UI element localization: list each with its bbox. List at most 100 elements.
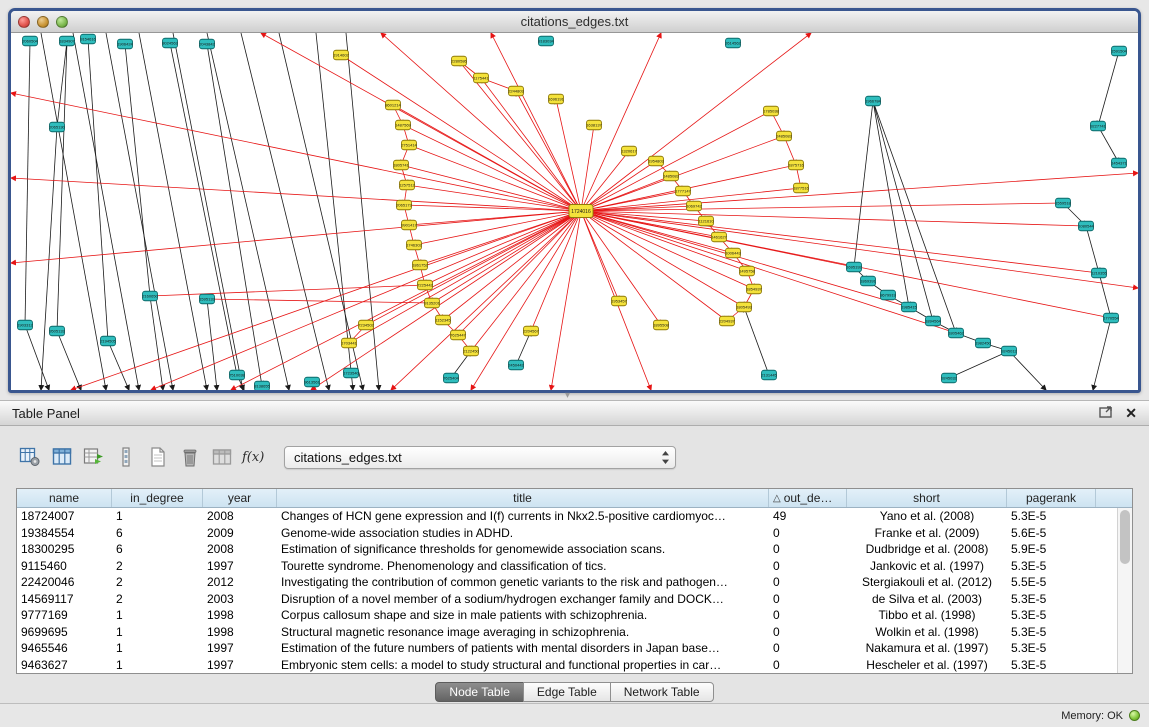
network-node[interactable]: 2244803: [508, 86, 524, 96]
network-edge[interactable]: [581, 211, 744, 307]
row-selector-icon[interactable]: [112, 444, 139, 470]
network-edge[interactable]: [459, 61, 581, 211]
column-header-short[interactable]: short: [847, 489, 1007, 507]
network-node[interactable]: 1210355: [1091, 268, 1107, 278]
network-node[interactable]: 7625447: [450, 330, 466, 340]
network-node[interactable]: 1906424: [117, 39, 133, 49]
close-window-button[interactable]: [18, 16, 30, 28]
network-node[interactable]: 1954803: [648, 156, 664, 166]
network-node[interactable]: 8024563: [162, 38, 178, 48]
network-edge[interactable]: [207, 44, 262, 386]
tab-node-table[interactable]: Node Table: [435, 682, 524, 702]
function-builder-icon[interactable]: f(x): [240, 444, 267, 470]
network-node[interactable]: 2751414: [401, 140, 417, 150]
network-edge[interactable]: [443, 211, 581, 320]
network-edge[interactable]: [106, 33, 173, 390]
network-node[interactable]: 2194505: [100, 336, 116, 346]
table-row[interactable]: 1456911722003Disruption of a novel membe…: [17, 591, 1132, 608]
network-node[interactable]: 2204567: [523, 326, 539, 336]
network-edge[interactable]: [311, 211, 581, 390]
network-node[interactable]: 7234502: [358, 320, 374, 330]
network-node[interactable]: 1638137: [586, 120, 602, 130]
network-edge[interactable]: [458, 211, 581, 335]
network-node[interactable]: 1982450: [975, 338, 991, 348]
network-node[interactable]: 1869391: [860, 276, 876, 286]
import-table-icon[interactable]: [208, 444, 235, 470]
table-row[interactable]: 969969511998Structural magnetic resonanc…: [17, 624, 1132, 641]
network-node[interactable]: 1777147: [675, 186, 691, 196]
network-edge[interactable]: [744, 307, 769, 375]
network-node[interactable]: 1320617: [621, 146, 637, 156]
network-node[interactable]: 1861752: [412, 260, 428, 270]
network-edge[interactable]: [1093, 318, 1111, 390]
network-node[interactable]: 2065173: [396, 200, 412, 210]
network-node[interactable]: 2131445: [761, 370, 777, 380]
network-edge[interactable]: [349, 211, 581, 343]
network-node[interactable]: 9505133: [49, 326, 65, 336]
network-edge[interactable]: [581, 211, 661, 325]
network-node[interactable]: 2485083: [776, 131, 792, 141]
network-node[interactable]: 2122450: [463, 346, 479, 356]
network-edge[interactable]: [581, 211, 1138, 288]
table-settings-icon[interactable]: [16, 444, 43, 470]
network-edge[interactable]: [1098, 126, 1119, 163]
network-edge[interactable]: [1098, 51, 1119, 126]
network-edge[interactable]: [551, 211, 581, 390]
network-edge[interactable]: [170, 43, 237, 375]
network-window-titlebar[interactable]: citations_edges.txt: [11, 11, 1138, 33]
network-node[interactable]: 1785038: [763, 106, 779, 116]
network-node[interactable]: 1903312: [17, 320, 33, 330]
network-edge[interactable]: [57, 331, 81, 390]
network-node[interactable]: 9227741: [1090, 121, 1106, 131]
network-node[interactable]: 8679919: [880, 290, 896, 300]
network-node[interactable]: 1703441: [341, 338, 357, 348]
network-node[interactable]: 1080544: [1078, 221, 1094, 231]
network-svg[interactable]: 2060504183490791546161906424802456320438…: [11, 33, 1138, 390]
network-node[interactable]: 1175441: [473, 73, 489, 83]
network-edge[interactable]: [1099, 273, 1111, 318]
network-node[interactable]: 1805741: [393, 160, 409, 170]
network-node[interactable]: 1854937: [746, 284, 762, 294]
network-node[interactable]: 1559518: [1055, 198, 1071, 208]
column-chooser-icon[interactable]: [48, 444, 75, 470]
network-node[interactable]: 2060504: [22, 36, 38, 46]
network-edge[interactable]: [125, 44, 150, 296]
network-node[interactable]: 1895508: [653, 320, 669, 330]
network-edge[interactable]: [873, 101, 933, 321]
network-edge[interactable]: [25, 41, 30, 325]
network-edge[interactable]: [316, 33, 353, 390]
float-panel-icon[interactable]: [1099, 406, 1113, 421]
network-hub-node[interactable]: 1724016: [569, 205, 593, 218]
network-node[interactable]: 1894564: [925, 316, 941, 326]
network-node[interactable]: 1834907: [59, 36, 75, 46]
minimize-window-button[interactable]: [37, 16, 49, 28]
network-node[interactable]: 7510038: [229, 370, 245, 380]
table-row[interactable]: 1830029562008Estimation of significance …: [17, 541, 1132, 558]
network-edge[interactable]: [88, 39, 108, 341]
network-node[interactable]: 9901417: [401, 220, 417, 230]
network-edge[interactable]: [391, 211, 581, 390]
network-canvas[interactable]: 2060504183490791546161906424802456320438…: [11, 33, 1138, 390]
network-node[interactable]: 2160650: [142, 291, 158, 301]
network-node[interactable]: 8601214: [385, 100, 401, 110]
network-node[interactable]: 1454371: [1111, 158, 1127, 168]
network-edge[interactable]: [491, 33, 581, 211]
table-scrollbar[interactable]: [1117, 508, 1132, 673]
network-node[interactable]: 1257512: [399, 180, 415, 190]
network-node[interactable]: 1877516: [793, 183, 809, 193]
network-edge[interactable]: [581, 211, 1099, 273]
column-header-pagerank[interactable]: pagerank: [1007, 489, 1096, 507]
network-edge[interactable]: [279, 33, 363, 390]
network-edge[interactable]: [139, 33, 207, 390]
edit-table-icon[interactable]: [80, 444, 107, 470]
column-header-title[interactable]: title: [277, 489, 769, 507]
network-edge[interactable]: [346, 33, 379, 390]
network-node[interactable]: 9245012: [1001, 346, 1017, 356]
tab-edge-table[interactable]: Edge Table: [523, 682, 611, 702]
network-node[interactable]: 1696191: [548, 94, 564, 104]
zoom-window-button[interactable]: [56, 16, 68, 28]
network-node[interactable]: 2450442: [508, 360, 524, 370]
close-panel-icon[interactable]: ✕: [1125, 406, 1137, 420]
network-node[interactable]: 9154616: [80, 34, 96, 44]
network-node[interactable]: 1461627: [711, 232, 727, 242]
